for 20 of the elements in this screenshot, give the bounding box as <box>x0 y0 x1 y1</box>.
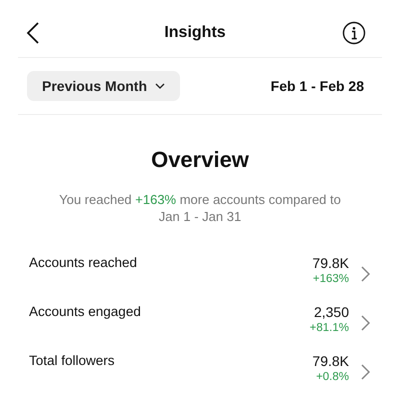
page-title: Insights <box>164 24 226 42</box>
metric-label: Total followers <box>29 353 116 368</box>
back-icon[interactable] <box>26 20 40 44</box>
metric-change: +163% <box>312 273 349 285</box>
metric-change: +0.8% <box>316 371 349 383</box>
metric-label: Accounts engaged <box>29 304 142 319</box>
period-dropdown[interactable]: Previous Month <box>27 71 180 101</box>
info-icon[interactable] <box>342 20 366 44</box>
chevron-icon[interactable] <box>361 364 370 380</box>
chevron-icon[interactable] <box>361 315 370 331</box>
caret-icon <box>155 83 166 89</box>
metric-value: 79.8K <box>312 353 349 369</box>
overview-summary: You reached +163% more accounts compared to Jan 1 - Jan 31 <box>58 191 342 225</box>
metric-value: 79.8K <box>312 255 349 271</box>
metric-value: 2,350 <box>314 304 349 320</box>
metric-label: Accounts reached <box>29 255 138 270</box>
metric-change: +81.1% <box>310 322 349 334</box>
overview-heading: Overview <box>150 147 250 173</box>
date-range: Feb 1 - Feb 28 <box>270 78 364 94</box>
chevron-icon[interactable] <box>361 266 370 282</box>
